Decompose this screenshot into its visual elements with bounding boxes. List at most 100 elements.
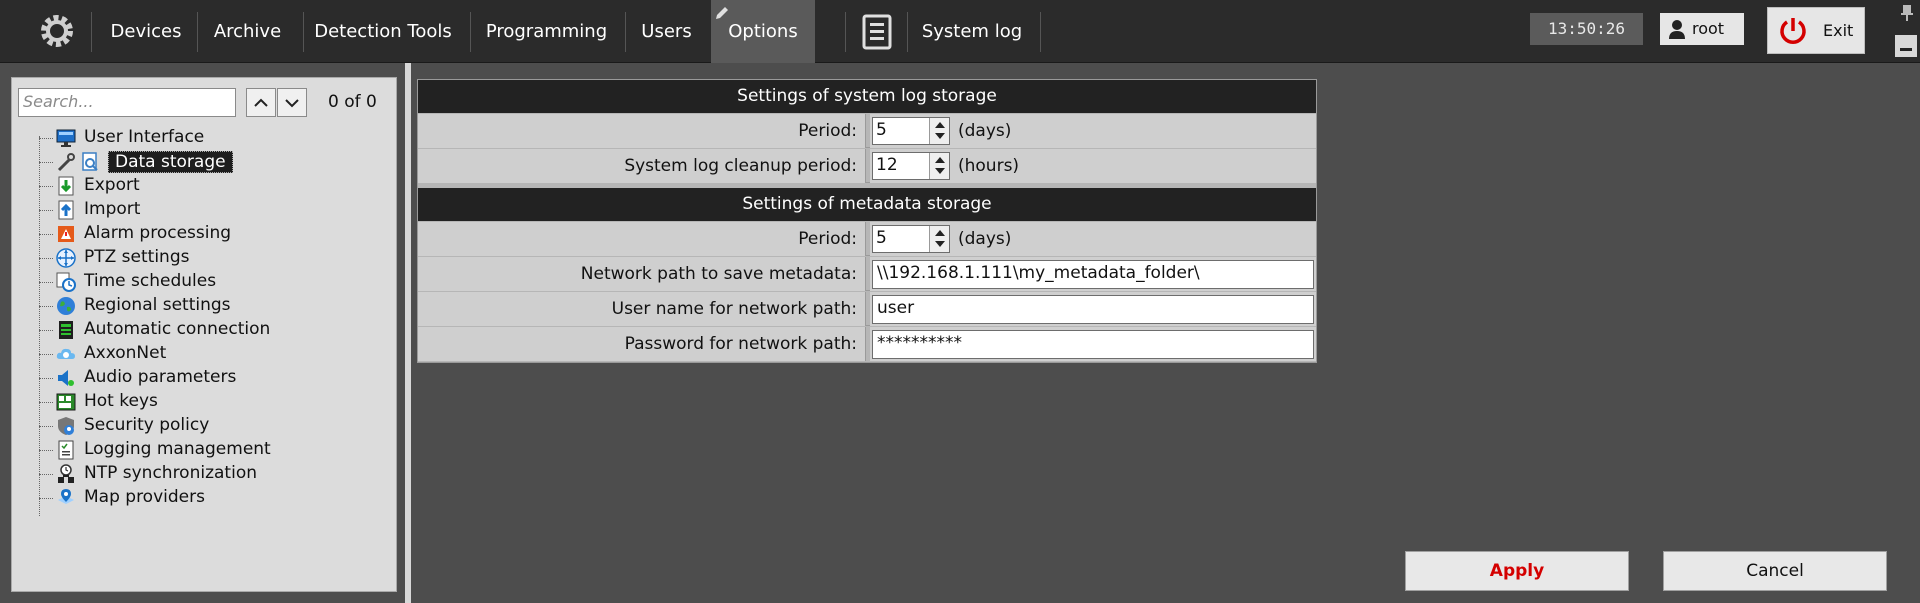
field-label: Password for network path: [418,327,866,361]
log-icon [58,440,74,460]
separator [625,12,626,52]
row-metadata-period: Period: 5 (days) [418,222,1316,256]
import-icon [58,200,74,220]
row-system-log-cleanup: System log cleanup period: 12 (hours) [418,149,1316,183]
stepper-up-icon [935,122,945,128]
tab-archive[interactable]: Archive [202,0,293,63]
section-title-metadata-storage: Settings of metadata storage [418,188,1316,221]
top-navigation-bar: Devices Archive Detection Tools Programm… [0,0,1920,63]
field-label: Network path to save metadata: [418,257,866,291]
exit-button[interactable]: Exit [1767,7,1865,54]
tree-item-label: NTP synchronization [84,463,257,483]
clock: 13:50:26 [1530,13,1643,45]
separator [303,12,304,52]
row-network-path: Network path to save metadata: \\192.168… [418,257,1316,291]
search-prev-button[interactable] [246,88,276,117]
current-user[interactable]: root [1660,13,1744,45]
field-label: Period: [418,222,866,256]
map-icon [58,489,74,504]
stepper-buttons[interactable] [929,226,949,252]
gear-icon[interactable] [38,12,76,50]
power-icon [1780,18,1806,44]
tree-item-label: Regional settings [84,295,231,315]
tree-item-label: PTZ settings [84,247,190,267]
row-system-log-period: Period: 5 (days) [418,114,1316,148]
separator [91,12,92,52]
stepper-down-icon [935,241,945,247]
stepper-value: 5 [876,120,887,140]
tree-item-label: Security policy [84,415,210,435]
separator [907,12,908,52]
tab-users[interactable]: Users [630,0,703,63]
row-username: User name for network path: user [418,292,1316,326]
tree-guide-line [39,136,40,516]
stepper-value: 12 [876,155,898,175]
stepper-up-icon [935,157,945,163]
tree-item-label: Logging management [84,439,271,459]
apply-button[interactable]: Apply [1405,551,1629,591]
globe-icon [57,297,75,315]
tree-item-label: Automatic connection [84,319,271,339]
tree-item-label: Export [84,175,140,195]
tree-item-label: Time schedules [84,271,217,291]
tree-item-label: AxxonNet [84,343,167,363]
row-password: Password for network path: ********** [418,327,1316,361]
pin-icon[interactable] [1900,4,1914,22]
wrench-icon [57,153,75,172]
tab-programming[interactable]: Programming [475,0,618,63]
metadata-period-stepper[interactable]: 5 [872,225,950,253]
exit-label: Exit [1823,21,1854,40]
user-icon [1669,20,1685,39]
pencil-icon [716,7,728,19]
chevron-up-icon [254,98,268,107]
export-icon [58,176,74,196]
search-result-count: 0 of 0 [328,92,377,112]
unit-label: (days) [958,229,1012,249]
tree-item-label: Alarm processing [84,223,232,243]
tree-item-label: Map providers [84,487,205,507]
chevron-down-icon [285,99,299,108]
system-log-icon[interactable] [862,14,894,50]
field-label: Period: [418,114,866,148]
tab-system-log[interactable]: System log [912,0,1032,63]
password-input[interactable]: ********** [872,330,1314,359]
monitor-icon [56,129,76,147]
schedule-icon [56,272,76,292]
keyboard-icon [56,393,76,411]
user-name: root [1692,19,1725,38]
unit-label: (days) [958,121,1012,141]
search-input[interactable]: Search... [18,88,236,117]
panel-splitter[interactable] [405,63,411,603]
cloud-icon [56,348,75,359]
tree-item-label: Import [84,199,141,219]
tree-item-label: Hot keys [84,391,158,411]
stepper-buttons[interactable] [929,118,949,144]
shield-icon [58,417,74,435]
cleanup-period-stepper[interactable]: 12 [872,152,950,180]
username-input[interactable]: user [872,295,1314,324]
audio-icon [58,370,74,386]
tab-detection-tools[interactable]: Detection Tools [308,0,458,63]
field-label: System log cleanup period: [418,149,866,183]
system-log-period-stepper[interactable]: 5 [872,117,950,145]
stepper-buttons[interactable] [929,153,949,179]
search-next-button[interactable] [277,88,307,117]
cancel-button[interactable]: Cancel [1663,551,1887,591]
separator [197,12,198,52]
separator [470,12,471,52]
ptz-icon [56,248,76,268]
options-sidebar: Search... 0 of 0 User Interface Data sto… [11,77,397,592]
section-title-system-log-storage: Settings of system log storage [418,80,1316,113]
tree-item-label: User Interface [84,127,205,147]
stepper-down-icon [935,168,945,174]
field-label: User name for network path: [418,292,866,326]
tree-item-label: Data storage [108,151,233,173]
data-storage-icon [82,152,98,171]
tree-item-label: Audio parameters [84,367,237,387]
unit-label: (hours) [958,156,1020,176]
network-path-input[interactable]: \\192.168.1.111\my_metadata_folder\ [872,260,1314,289]
tab-devices[interactable]: Devices [96,0,196,63]
separator [1040,12,1041,52]
minimize-button[interactable] [1895,35,1917,57]
separator [845,12,846,52]
